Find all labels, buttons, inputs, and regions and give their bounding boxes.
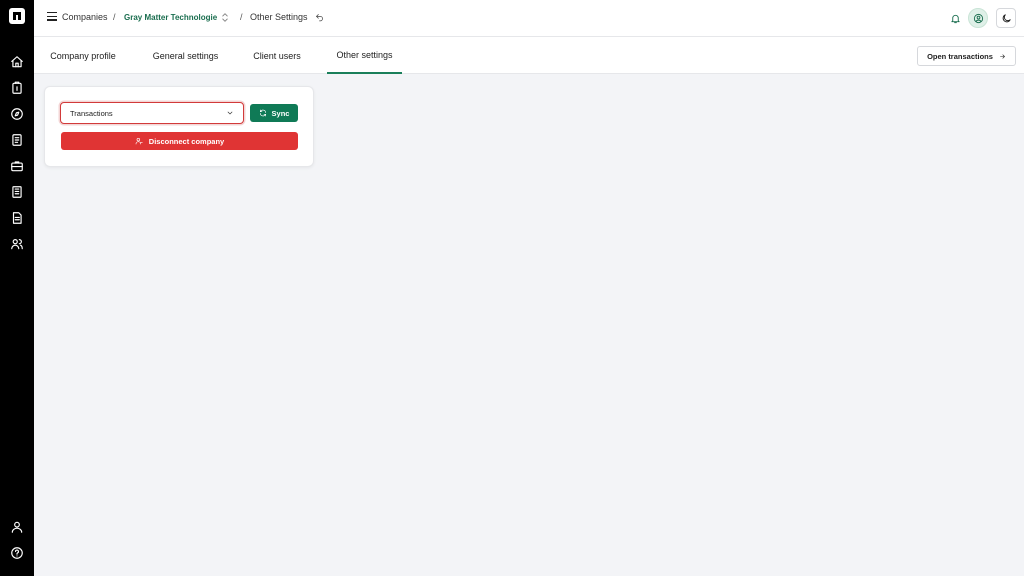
undo-icon[interactable] xyxy=(315,13,324,22)
transactions-select[interactable]: Transactions xyxy=(60,102,244,124)
sync-button[interactable]: Sync xyxy=(250,104,298,122)
select-value: Transactions xyxy=(70,108,113,118)
breadcrumb-company[interactable]: Gray Matter Technologie xyxy=(124,13,217,22)
breadcrumb-current: Other Settings xyxy=(250,12,308,22)
sync-label: Sync xyxy=(271,108,290,118)
breadcrumb-separator: / xyxy=(240,12,243,22)
top-header: Companies / Gray Matter Technologie / Ot… xyxy=(34,0,1024,37)
refresh-icon xyxy=(259,109,266,117)
tabs-bar: Company profile General settings Client … xyxy=(34,37,1024,74)
open-transactions-button[interactable]: Open transactions xyxy=(917,46,1016,66)
disconnect-company-button[interactable]: Disconnect company xyxy=(61,132,298,150)
tab-general-settings[interactable]: General settings xyxy=(142,37,229,74)
briefcase-icon[interactable] xyxy=(10,159,24,173)
brand-logo-icon[interactable] xyxy=(9,8,25,24)
document-icon[interactable] xyxy=(10,185,24,199)
notes-icon[interactable] xyxy=(10,211,24,225)
sidebar xyxy=(0,0,34,576)
file-list-icon[interactable] xyxy=(10,133,24,147)
chevron-up-down-icon[interactable] xyxy=(222,13,228,22)
user-minus-icon xyxy=(135,138,143,145)
clipboard-icon[interactable] xyxy=(10,81,24,95)
breadcrumb-separator: / xyxy=(113,12,116,22)
disconnect-label: Disconnect company xyxy=(148,136,225,146)
bell-icon[interactable] xyxy=(945,8,965,28)
help-icon[interactable] xyxy=(10,546,24,560)
tab-company-profile[interactable]: Company profile xyxy=(41,37,125,74)
tab-other-settings[interactable]: Other settings xyxy=(327,37,402,74)
chevron-down-icon xyxy=(227,111,233,115)
home-icon[interactable] xyxy=(10,55,24,69)
user-icon[interactable] xyxy=(10,520,24,534)
arrow-right-icon xyxy=(1000,53,1005,59)
moon-icon[interactable] xyxy=(996,8,1016,28)
user-avatar-icon[interactable] xyxy=(968,8,988,28)
settings-card: Transactions Sync Disconnect company xyxy=(44,86,314,167)
tab-client-users[interactable]: Client users xyxy=(245,37,309,74)
open-transactions-label: Open transactions xyxy=(927,51,993,61)
compass-icon[interactable] xyxy=(10,107,24,121)
breadcrumb-companies[interactable]: Companies xyxy=(62,12,108,22)
menu-icon[interactable] xyxy=(47,12,57,22)
users-icon[interactable] xyxy=(10,237,24,251)
